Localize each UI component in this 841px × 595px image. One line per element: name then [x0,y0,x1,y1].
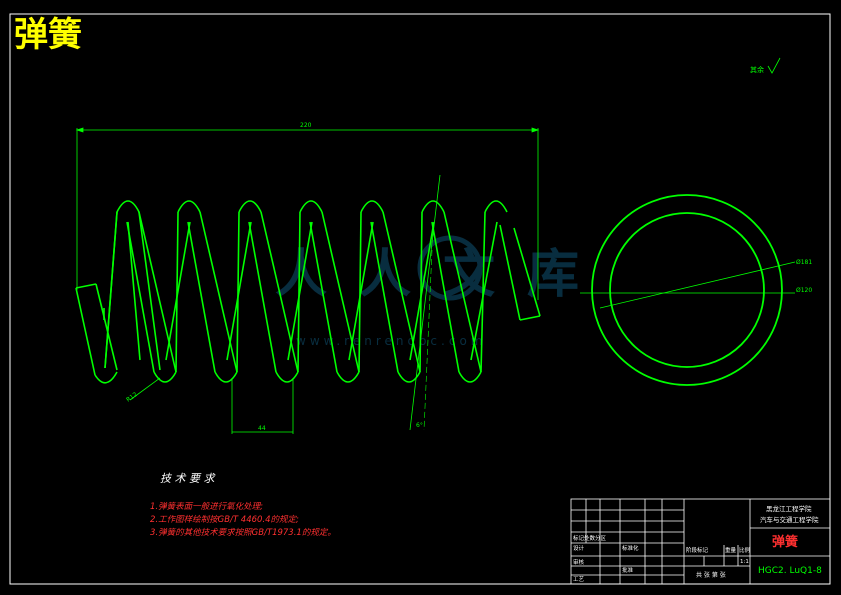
tech-requirement-1: 1.弹簧表面一般进行氧化处理; [150,501,263,512]
coil-front-strand [187,221,216,373]
part-name: 弹簧 [772,534,798,550]
label-approve: 批准 [622,566,634,574]
coil-bottom-arc [153,371,177,383]
scale-value: 1:1 [740,559,749,565]
coil-top-arc [421,200,445,213]
outer-diameter-label: Ø181 [796,259,812,266]
drawing-number: HGC2. LuQ1-8 [758,566,822,576]
tech-requirements-heading: 技 术 要 求 [160,472,216,485]
spring-end-view [591,194,783,386]
helix-angle-label: 6° [416,422,423,429]
roughness-symbol [767,57,781,74]
tech-requirement-3: 3.弹簧的其他技术要求按照GB/T1973.1的规定。 [150,527,336,538]
inner-diameter-label: Ø120 [796,287,812,294]
label-craft: 工艺 [573,576,585,583]
tech-requirement-2: 2.工作图样绘制按GB/T 4460.4的规定; [150,514,299,525]
coil-front-strand [199,211,238,373]
roughness-note: 其余 [750,65,764,74]
label-design: 设计 [573,544,585,552]
cad-drawing-canvas: 弹簧 其余 人人文库 www.renrendoc.com 220 6° 44 R… [9,13,831,585]
label-mark: 标记处数分区 [573,534,607,542]
wire-radius-label: R12 [125,391,139,404]
label-std: 标准化 [622,544,639,552]
coil-bottom-arc [214,371,238,383]
coil-top-arc [177,200,201,213]
coil-top-arc [360,200,384,213]
label-stage: 阶段标记 [686,546,709,554]
label-review: 审核 [573,558,585,566]
overall-length-label: 220 [300,122,312,129]
school-line-1: 黑龙江工程学院 [766,504,812,513]
coil-bottom-arc [458,371,482,383]
outer-diameter-line [599,261,796,309]
spring-side-view [75,200,161,384]
coil-top-arc [484,200,508,213]
coil-top-arc [299,200,323,213]
watermark: 人人文库 www.renrendoc.com [275,235,611,348]
label-scale: 比例 [739,546,751,554]
coil-bottom-arc [275,371,299,383]
watermark-text: 人人文库 [275,244,611,305]
school-line-2: 汽车与交通工程学院 [760,515,819,524]
coil-top-arc [238,200,262,213]
pitch-label: 44 [258,425,266,432]
drawing-title: 弹簧 [14,15,82,55]
coil-bottom-arc [336,371,360,383]
coil-front-strand [248,221,277,373]
sheets: 共 张 第 张 [696,571,726,579]
label-weight: 重量 [725,546,737,554]
